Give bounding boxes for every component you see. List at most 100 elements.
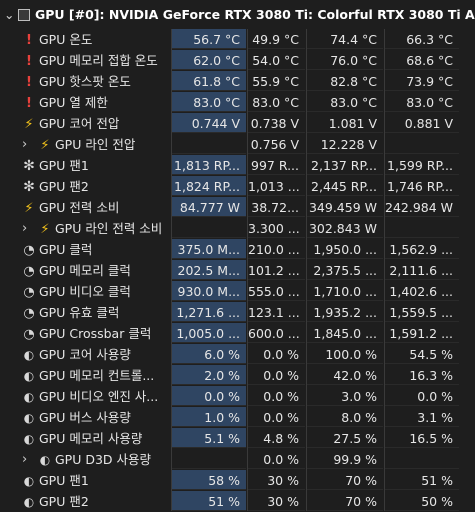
max-value-cell: 76.0 °C [307,50,383,70]
sensor-row[interactable]: !GPU 핫스팟 온도61.8 °C55.9 °C82.8 °C73.9 °C [0,71,475,92]
max-value-cell: 42.0 % [307,365,383,385]
current-value-cell [172,449,246,469]
sensor-table: !GPU 온도56.7 °C49.9 °C74.4 °C66.3 °C!GPU … [0,29,475,512]
sensor-row[interactable]: ✻GPU 팬11,813 RP...997 R...2,137 RP...1,5… [0,155,475,176]
sensor-label: GPU 라인 전력 소비 [55,221,162,236]
bolt-icon: ⚡ [22,198,36,218]
min-value-cell: 123.1 ... [248,302,305,322]
sensor-name-cell: ✻GPU 팬2 [0,176,170,197]
sensor-row[interactable]: ›⚡GPU 라인 전압0.756 V12.228 V [0,134,475,155]
expand-chevron-icon[interactable]: › [22,449,36,470]
sensor-label: GPU 유효 클럭 [39,305,119,320]
sensor-row[interactable]: !GPU 메모리 접합 온도62.0 °C54.0 °C76.0 °C68.6 … [0,50,475,71]
min-value-cell: 83.0 °C [248,92,305,112]
load-icon: ◐ [22,429,36,449]
sensor-name-cell: !GPU 온도 [0,29,170,50]
sensor-label: GPU Crossbar 클럭 [39,326,151,341]
min-value-cell: 55.9 °C [248,71,305,91]
sensor-name-cell: !GPU 핫스팟 온도 [0,71,170,92]
sensor-name-cell: ›◐GPU D3D 사용량 [0,449,170,470]
sensor-row[interactable]: ›◐GPU D3D 사용량0.0 %99.9 % [0,449,475,470]
current-value-cell: 202.5 M... [172,260,246,280]
avg-value-cell [385,134,459,154]
sensor-row[interactable]: ◐GPU 메모리 컨트롤...2.0 %0.0 %42.0 %16.3 % [0,365,475,386]
max-value-cell: 1,935.2 ... [307,302,383,322]
max-value-cell: 349.459 W [307,197,383,217]
sensor-row[interactable]: ◔GPU 메모리 클럭202.5 M...101.2 ...2,375.5 ..… [0,260,475,281]
current-value-cell: 1,813 RP... [172,155,246,175]
sensor-row[interactable]: ◔GPU 유효 클럭1,271.6 ...123.1 ...1,935.2 ..… [0,302,475,323]
sensor-row[interactable]: ◔GPU 클럭375.0 M...210.0 ...1,950.0 ...1,5… [0,239,475,260]
max-value-cell: 12.228 V [307,134,383,154]
avg-value-cell: 16.5 % [385,428,459,448]
sensor-row[interactable]: ◔GPU 비디오 클럭930.0 M...555.0 ...1,710.0 ..… [0,281,475,302]
expand-chevron-icon[interactable]: › [22,218,36,239]
avg-value-cell: 68.6 °C [385,50,459,70]
sensor-row[interactable]: !GPU 온도56.7 °C49.9 °C74.4 °C66.3 °C [0,29,475,50]
clock-icon: ◔ [22,303,36,323]
sensor-label: GPU 팬2 [39,179,89,194]
sensor-row[interactable]: ◐GPU 팬158 %30 %70 %51 % [0,470,475,491]
min-value-cell: 997 R... [248,155,305,175]
avg-value-cell: 242.984 W [385,197,459,217]
sensor-name-cell: ◐GPU 팬1 [0,470,170,491]
current-value-cell [172,218,246,238]
avg-value-cell [385,218,459,238]
expand-chevron-icon[interactable]: › [22,134,36,155]
sensor-name-cell: ◐GPU 비디오 엔진 사... [0,386,170,407]
max-value-cell: 70 % [307,491,383,511]
sensor-label: GPU 열 제한 [39,95,108,110]
warning-icon: ! [22,72,36,92]
sensor-label: GPU 버스 사용량 [39,410,131,425]
bolt-icon: ⚡ [22,114,36,134]
sensor-row[interactable]: ⚡GPU 전력 소비84.777 W38.72...349.459 W242.9… [0,197,475,218]
max-value-cell: 83.0 °C [307,92,383,112]
load-icon: ◐ [38,450,52,470]
current-value-cell: 5.1 % [172,428,246,448]
min-value-cell: 30 % [248,491,305,511]
sensor-row[interactable]: ✻GPU 팬21,824 RP...1,013 ...2,445 RP...1,… [0,176,475,197]
current-value-cell: 375.0 M... [172,239,246,259]
sensor-row[interactable]: ◐GPU 버스 사용량1.0 %0.0 %8.0 %3.1 % [0,407,475,428]
max-value-cell: 99.9 % [307,449,383,469]
avg-value-cell: 50 % [385,491,459,511]
avg-value-cell: 1,562.9 ... [385,239,459,259]
min-value-cell: 30 % [248,470,305,490]
sensor-row[interactable]: ◐GPU 비디오 엔진 사...0.0 %0.0 %3.0 %0.0 % [0,386,475,407]
sensor-row[interactable]: ◐GPU 팬251 %30 %70 %50 % [0,491,475,512]
sensor-row[interactable]: ◐GPU 코어 사용량6.0 %0.0 %100.0 %54.5 % [0,344,475,365]
sensor-name-cell: ◔GPU 클럭 [0,239,170,260]
collapse-chevron-icon[interactable]: ⌄ [4,0,18,29]
sensor-label: GPU 핫스팟 온도 [39,74,131,89]
max-value-cell: 82.8 °C [307,71,383,91]
current-value-cell: 61.8 °C [172,71,246,91]
sensor-label: GPU 팬2 [39,494,89,509]
sensor-row[interactable]: ›⚡GPU 라인 전력 소비3.300 ...302.843 W [0,218,475,239]
gpu-chip-icon [18,9,30,21]
sensor-group-header[interactable]: ⌄GPU [#0]: NVIDIA GeForce RTX 3080 Ti: C… [0,0,475,29]
max-value-cell: 74.4 °C [307,29,383,49]
sensor-row[interactable]: ◔GPU Crossbar 클럭1,005.0 ...600.0 ...1,84… [0,323,475,344]
sensor-label: GPU 코어 사용량 [39,347,131,362]
sensor-row[interactable]: ⚡GPU 코어 전압0.744 V0.738 V1.081 V0.881 V [0,113,475,134]
current-value-cell: 0.744 V [172,113,246,133]
current-value-cell: 84.777 W [172,197,246,217]
sensor-name-cell: ◔GPU Crossbar 클럭 [0,323,170,344]
sensor-label: GPU 메모리 사용량 [39,431,142,446]
sensor-label: GPU 비디오 클럭 [39,284,131,299]
current-value-cell: 1,824 RP... [172,176,246,196]
sensor-row[interactable]: !GPU 열 제한83.0 °C83.0 °C83.0 °C83.0 °C [0,92,475,113]
sensor-name-cell: ◐GPU 메모리 사용량 [0,428,170,449]
sensor-label: GPU D3D 사용량 [55,452,151,467]
warning-icon: ! [22,30,36,50]
min-value-cell: 101.2 ... [248,260,305,280]
sensor-name-cell: ◔GPU 유효 클럭 [0,302,170,323]
sensor-row[interactable]: ◐GPU 메모리 사용량5.1 %4.8 %27.5 %16.5 % [0,428,475,449]
current-value-cell: 930.0 M... [172,281,246,301]
avg-value-cell: 0.0 % [385,386,459,406]
min-value-cell: 600.0 ... [248,323,305,343]
current-value-cell: 0.0 % [172,386,246,406]
load-icon: ◐ [22,387,36,407]
sensor-name-cell: !GPU 메모리 접합 온도 [0,50,170,71]
avg-value-cell: 1,746 RP... [385,176,459,196]
